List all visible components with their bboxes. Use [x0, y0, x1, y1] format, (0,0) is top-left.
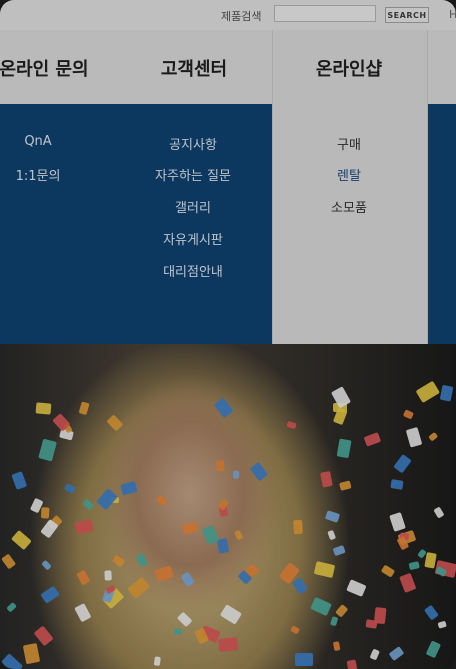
- confetti-piece: [64, 482, 77, 494]
- confetti-piece: [347, 658, 359, 669]
- confetti-piece: [74, 519, 94, 535]
- confetti-piece: [41, 560, 52, 571]
- menu-item-consumables[interactable]: 소모품: [272, 197, 426, 216]
- confetti-piece: [415, 380, 440, 403]
- confetti-piece: [96, 488, 119, 511]
- confetti-piece: [332, 640, 341, 652]
- confetti-piece: [289, 625, 300, 636]
- confetti-piece: [38, 438, 57, 462]
- confetti-piece: [292, 577, 308, 595]
- menu-item-qna[interactable]: QnA: [0, 134, 76, 149]
- confetti-piece: [6, 601, 18, 613]
- confetti-piece: [36, 402, 53, 415]
- confetti-piece: [120, 480, 139, 496]
- confetti-piece: [286, 421, 297, 430]
- menu-title-customer-center[interactable]: 고객센터: [136, 55, 252, 81]
- menu-title-online-inquiry[interactable]: 온라인 문의: [0, 55, 100, 81]
- confetti-piece: [218, 636, 239, 652]
- confetti-piece: [319, 470, 333, 487]
- confetti-piece: [346, 579, 366, 597]
- confetti-piece: [433, 506, 445, 519]
- confetti-piece: [405, 426, 423, 448]
- menu-item-gallery[interactable]: 갤러리: [132, 197, 254, 216]
- confetti-piece: [111, 554, 126, 568]
- confetti-piece: [292, 519, 303, 534]
- confetti-piece: [325, 509, 341, 523]
- confetti-piece: [389, 511, 406, 532]
- confetti-piece: [249, 461, 268, 481]
- confetti-piece: [440, 384, 454, 402]
- confetti-piece: [427, 431, 439, 442]
- confetti-piece: [363, 431, 382, 447]
- confetti-piece: [104, 570, 113, 581]
- confetti-piece: [41, 507, 50, 519]
- confetti-piece: [126, 576, 150, 600]
- confetti-piece: [403, 409, 415, 420]
- confetti-piece: [10, 470, 27, 490]
- confetti-piece: [82, 498, 95, 511]
- search-input[interactable]: [274, 5, 376, 22]
- menu-item-dealer-guide[interactable]: 대리점안내: [132, 261, 254, 280]
- confetti-piece: [0, 554, 16, 571]
- confetti-piece: [174, 628, 183, 635]
- menu-item-rental[interactable]: 렌탈: [272, 165, 426, 184]
- app-window: 제품검색 SEARCH H 온라인 문의 고객센터 온라인샵 QnA 1:1문의…: [0, 0, 456, 669]
- confetti-piece: [40, 585, 60, 604]
- menu-title-online-shop[interactable]: 온라인샵: [272, 55, 426, 81]
- confetti-piece: [106, 414, 124, 432]
- confetti-piece: [390, 479, 404, 490]
- confetti-piece: [176, 611, 193, 628]
- confetti-piece: [216, 538, 229, 554]
- confetti-piece: [393, 453, 413, 474]
- confetti-piece: [380, 564, 396, 578]
- confetti-piece: [10, 530, 32, 551]
- confetti-piece: [216, 460, 225, 472]
- confetti-piece: [408, 561, 421, 571]
- confetti-piece: [136, 553, 149, 568]
- menu-item-notice[interactable]: 공지사항: [132, 134, 254, 153]
- menu-item-free-board[interactable]: 자유게시판: [132, 229, 254, 248]
- confetti-piece: [0, 653, 24, 669]
- confetti-piece: [437, 620, 447, 629]
- confetti-piece: [388, 646, 405, 662]
- confetti-piece: [309, 596, 332, 617]
- confetti-piece: [233, 529, 244, 541]
- confetti-piece: [220, 603, 243, 625]
- hero-photo: [0, 344, 456, 669]
- top-search-bar: 제품검색 SEARCH H: [0, 0, 456, 31]
- confetti-piece: [369, 648, 380, 661]
- confetti-piece: [326, 529, 337, 541]
- confetti-piece: [155, 494, 168, 507]
- confetti-piece: [425, 639, 442, 658]
- menu-item-faq[interactable]: 자주하는 질문: [132, 165, 254, 184]
- confetti-piece: [339, 481, 352, 492]
- confetti-piece: [295, 653, 314, 666]
- confetti-piece: [213, 397, 234, 419]
- confetti-piece: [373, 607, 387, 625]
- confetti-piece: [233, 470, 240, 480]
- confetti-piece: [180, 571, 196, 588]
- confetti-piece: [181, 521, 199, 536]
- confetti-piece: [74, 602, 92, 622]
- confetti-piece: [154, 566, 175, 583]
- confetti-piece: [398, 573, 417, 594]
- top-right-link[interactable]: H: [449, 8, 456, 21]
- confetti-piece: [153, 656, 161, 666]
- search-button[interactable]: SEARCH: [385, 7, 429, 23]
- confetti-piece: [424, 551, 437, 568]
- menu-item-one-on-one[interactable]: 1:1문의: [0, 165, 76, 184]
- confetti-piece: [23, 642, 41, 665]
- search-label: 제품검색: [221, 10, 262, 23]
- confetti-piece: [424, 604, 439, 620]
- confetti-piece: [334, 603, 349, 618]
- confetti-piece: [76, 569, 91, 585]
- confetti-piece: [78, 401, 90, 415]
- confetti-piece: [330, 615, 339, 626]
- menu-item-purchase[interactable]: 구매: [272, 134, 426, 153]
- confetti-piece: [332, 545, 346, 557]
- confetti-piece: [314, 561, 336, 578]
- confetti-piece: [335, 438, 352, 459]
